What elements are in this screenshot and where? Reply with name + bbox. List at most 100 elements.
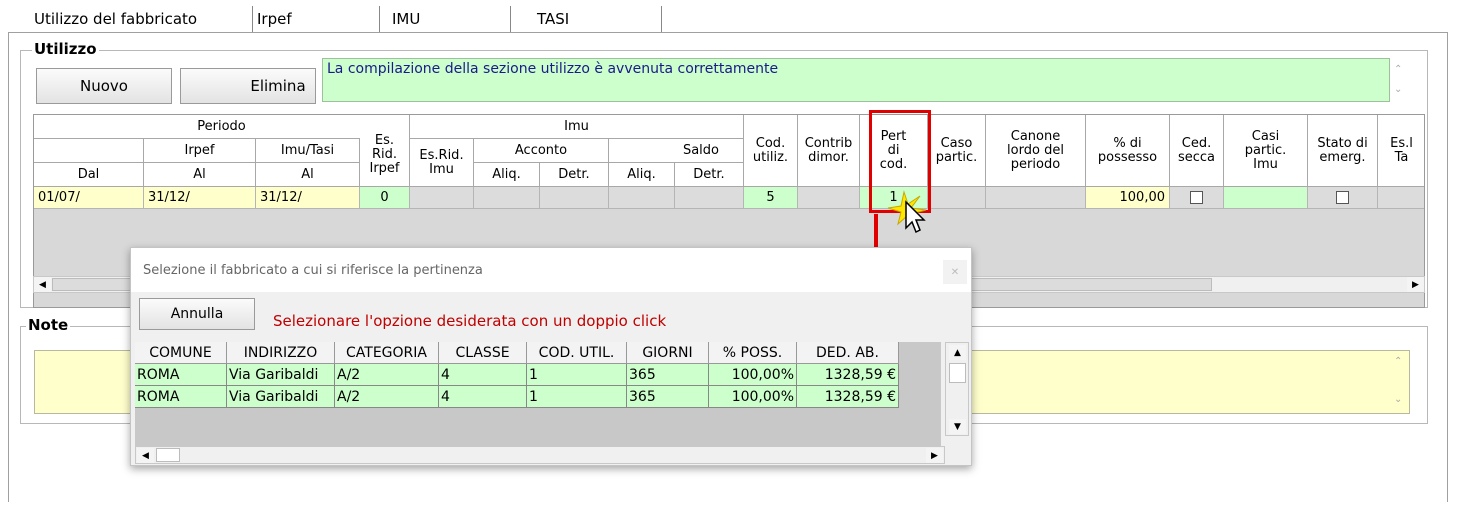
cell-es-rid-irpef[interactable]: 0 <box>360 187 410 209</box>
cell-caso-partic <box>928 187 986 209</box>
list-row-1-cell[interactable]: 365 <box>627 386 709 408</box>
cell-es-rid-imu <box>410 187 474 209</box>
header-detr-acconto: Detr. <box>540 163 609 187</box>
list-row-0-cell[interactable]: ROMA <box>135 364 227 386</box>
list-row-0-cell[interactable]: Via Garibaldi <box>227 364 335 386</box>
note-scroll-up-icon[interactable]: ⌃ <box>1394 356 1402 367</box>
list-header-5[interactable]: GIORNI <box>627 342 709 364</box>
cancel-button[interactable]: Annulla <box>139 298 255 330</box>
list-row-1-cell[interactable]: 100,00% <box>709 386 797 408</box>
list-row-1-cell[interactable]: 1 <box>527 386 627 408</box>
header-saldo: Saldo <box>609 139 744 163</box>
tab-irpef[interactable]: Irpef <box>253 6 380 32</box>
note-group-title: Note <box>26 316 71 334</box>
cell-canone <box>986 187 1086 209</box>
cell-al-irpef[interactable]: 31/12/ <box>144 187 256 209</box>
list-scroll-thumb[interactable] <box>949 363 966 383</box>
header-possesso: % di possesso <box>1086 115 1170 187</box>
dialog-instruction: Selezionare l'opzione desiderata con un … <box>273 312 667 330</box>
cell-aliq-saldo <box>609 187 675 209</box>
tab-imu[interactable]: IMU <box>380 6 511 32</box>
list-row-0-cell[interactable]: 365 <box>627 364 709 386</box>
cell-dal[interactable]: 01/07/ <box>34 187 144 209</box>
list-scroll-down-icon[interactable]: ▼ <box>949 419 966 434</box>
header-caso-partic: Caso partic. <box>928 115 986 187</box>
cell-detr-acconto <box>540 187 609 209</box>
header-ced-secca: Ced. secca <box>1170 115 1224 187</box>
list-header-1[interactable]: INDIRIZZO <box>227 342 335 364</box>
header-acconto: Acconto <box>474 139 609 163</box>
note-scroll-down-icon[interactable]: ⌄ <box>1394 394 1402 405</box>
list-row-1-cell[interactable]: ROMA <box>135 386 227 408</box>
list-row-0-cell[interactable]: 100,00% <box>709 364 797 386</box>
list-row-0-cell[interactable]: 1 <box>527 364 627 386</box>
list-header-2[interactable]: CATEGORIA <box>335 342 439 364</box>
list-horizontal-scrollbar[interactable]: ◀ ▶ <box>135 446 945 464</box>
header-cod-utiliz: Cod. utiliz. <box>744 115 798 187</box>
dialog-close-icon[interactable]: ✕ <box>943 260 967 284</box>
header-aliq-saldo: Aliq. <box>609 163 675 187</box>
header-aliq-acconto: Aliq. <box>474 163 540 187</box>
header-casi-partic-imu: Casi partic. Imu <box>1224 115 1308 187</box>
list-vertical-scrollbar[interactable]: ▲ ▼ <box>945 342 969 436</box>
cell-aliq-acconto <box>474 187 540 209</box>
header-irpef: Irpef <box>144 139 256 163</box>
list-header-6[interactable]: % POSS. <box>709 342 797 364</box>
tab-tasi[interactable]: TASI <box>511 6 662 32</box>
cell-cod-utiliz[interactable]: 5 <box>744 187 798 209</box>
message-scroll-up-icon[interactable]: ⌃ <box>1394 64 1402 75</box>
list-header-3[interactable]: CLASSE <box>439 342 527 364</box>
header-imu-tasi: Imu/Tasi <box>256 139 360 163</box>
cell-detr-saldo <box>675 187 744 209</box>
list-scroll-left-icon[interactable]: ◀ <box>137 448 154 463</box>
header-periodo: Periodo <box>34 115 410 139</box>
message-scroll-down-icon[interactable]: ⌄ <box>1394 84 1402 95</box>
list-row-1-cell[interactable]: 1328,59 € <box>797 386 899 408</box>
stato-emerg-checkbox[interactable] <box>1336 191 1349 204</box>
list-header-7[interactable]: DED. AB. <box>797 342 899 364</box>
status-message: La compilazione della sezione utilizzo è… <box>322 58 1390 102</box>
list-header-4[interactable]: COD. UTIL. <box>527 342 627 364</box>
cell-al-imu[interactable]: 31/12/ <box>256 187 360 209</box>
header-blank-dal <box>34 139 144 163</box>
cell-casi-partic-imu[interactable] <box>1224 187 1308 209</box>
list-scroll-up-icon[interactable]: ▲ <box>949 345 966 360</box>
list-row-1-cell[interactable]: A/2 <box>335 386 439 408</box>
cell-stato-emerg <box>1308 187 1378 209</box>
delete-button[interactable]: Elimina <box>180 68 316 104</box>
header-dal: Dal <box>34 163 144 187</box>
ced-secca-checkbox[interactable] <box>1190 191 1203 204</box>
list-row-0-cell[interactable]: 1328,59 € <box>797 364 899 386</box>
list-row-1-cell[interactable]: 4 <box>439 386 527 408</box>
cell-es-ta <box>1378 187 1424 209</box>
list-hscroll-thumb[interactable] <box>156 448 180 462</box>
cell-contrib-dimor <box>798 187 860 209</box>
header-es-rid-imu: Es.Rid. Imu <box>410 139 474 187</box>
mouse-pointer-icon <box>884 188 930 238</box>
scroll-right-icon[interactable]: ▶ <box>1407 277 1424 292</box>
header-stato-emerg: Stato di emerg. <box>1308 115 1378 187</box>
header-detr-saldo: Detr. <box>675 163 744 187</box>
list-row-1-cell[interactable]: Via Garibaldi <box>227 386 335 408</box>
list-row-0-cell[interactable]: 4 <box>439 364 527 386</box>
building-list-table: COMUNE INDIRIZZO CATEGORIA CLASSE COD. UTIL.… <box>135 342 941 446</box>
scroll-left-icon[interactable]: ◀ <box>34 277 51 292</box>
utilizzo-group-title: Utilizzo <box>32 40 99 58</box>
new-button[interactable]: Nuovo <box>36 68 172 104</box>
header-es-rid-irpef: Es. Rid. Irpef <box>360 115 410 187</box>
pertinenza-selection-dialog: Selezione il fabbricato a cui si riferis… <box>130 247 972 466</box>
header-canone: Canone lordo del periodo <box>986 115 1086 187</box>
cell-ced-secca <box>1170 187 1224 209</box>
header-contrib-dimor: Contrib dimor. <box>798 115 860 187</box>
tab-bar: Utilizzo del fabbricato Irpef IMU TASI <box>28 4 662 32</box>
list-row-0-cell[interactable]: A/2 <box>335 364 439 386</box>
tab-utilizzo-fabbricato[interactable]: Utilizzo del fabbricato <box>28 6 253 32</box>
dialog-title: Selezione il fabbricato a cui si riferis… <box>143 263 483 278</box>
header-al-imu: Al <box>256 163 360 187</box>
header-imu: Imu <box>410 115 744 139</box>
header-al-irpef: Al <box>144 163 256 187</box>
list-scroll-right-icon[interactable]: ▶ <box>926 448 943 463</box>
list-header-0[interactable]: COMUNE <box>135 342 227 364</box>
cell-possesso[interactable]: 100,00 <box>1086 187 1170 209</box>
header-es-ta: Es.l Ta <box>1378 115 1424 187</box>
